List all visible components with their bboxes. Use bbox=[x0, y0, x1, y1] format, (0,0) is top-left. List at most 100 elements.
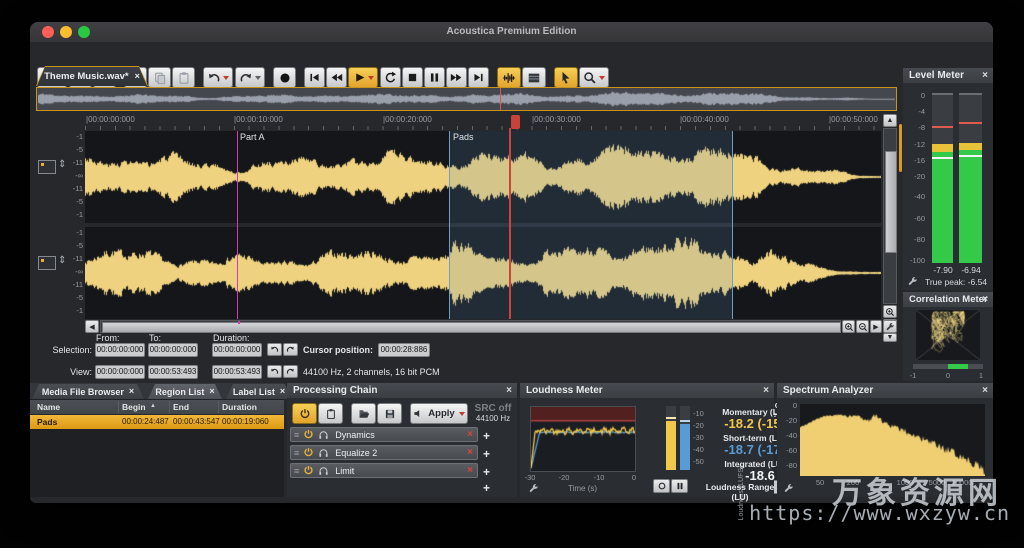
spectrum-settings-wrench-icon[interactable] bbox=[783, 483, 794, 494]
edit-tool-button[interactable] bbox=[554, 67, 578, 88]
view-undo-button[interactable] bbox=[267, 365, 282, 378]
column-header-end[interactable]: End bbox=[173, 402, 189, 412]
panel-dock-grip[interactable] bbox=[899, 124, 902, 172]
correlation-tick: 1 bbox=[975, 371, 987, 380]
src-status: SRC off bbox=[473, 403, 513, 414]
timeline-ruler[interactable]: |00:00:00:000 |00:00:10:000 |00:00:20:00… bbox=[36, 113, 897, 130]
column-header-begin[interactable]: Begin bbox=[122, 402, 146, 412]
column-header-name[interactable]: Name bbox=[37, 402, 60, 412]
go-to-start-button[interactable] bbox=[304, 67, 325, 88]
editor-settings-button[interactable] bbox=[883, 320, 897, 333]
loop-button[interactable] bbox=[380, 67, 401, 88]
loudness-x-tick: 0 bbox=[628, 473, 640, 482]
tab-media-file-browser[interactable]: Media File Browser× bbox=[32, 384, 144, 399]
column-header-duration[interactable]: Duration bbox=[222, 402, 257, 412]
waveform-view-button[interactable] bbox=[497, 67, 521, 88]
hscroll-right-button[interactable]: ▶ bbox=[870, 320, 882, 333]
level-settings-wrench-icon[interactable] bbox=[907, 276, 918, 287]
loudness-reset-button[interactable] bbox=[653, 479, 670, 493]
spectral-view-button[interactable] bbox=[522, 67, 546, 88]
fast-forward-button[interactable] bbox=[446, 67, 467, 88]
undo-button[interactable] bbox=[203, 67, 233, 88]
cursor-arrow-icon bbox=[559, 71, 573, 85]
selection-duration-field[interactable]: 00:00:00:000 bbox=[212, 343, 262, 357]
panel-close-icon[interactable]: × bbox=[763, 383, 769, 398]
window-minimize-button[interactable] bbox=[60, 26, 72, 38]
stop-button[interactable] bbox=[402, 67, 423, 88]
remove-effect-icon[interactable]: × bbox=[467, 447, 473, 458]
go-to-end-button[interactable] bbox=[468, 67, 489, 88]
document-tab-close-icon[interactable]: × bbox=[135, 72, 140, 81]
loudness-scale-tick: -20 bbox=[693, 421, 704, 430]
view-from-field[interactable]: 00:00:00:000 bbox=[95, 365, 145, 379]
vertical-scrollbar[interactable] bbox=[883, 128, 897, 304]
chain-open-button[interactable] bbox=[351, 403, 376, 424]
chain-enable-button[interactable] bbox=[292, 403, 317, 424]
drag-handle-icon[interactable]: ≡ bbox=[294, 448, 299, 458]
zoom-tool-button[interactable] bbox=[579, 67, 609, 88]
loudness-pause-button[interactable] bbox=[671, 479, 688, 493]
hscroll-thumb[interactable] bbox=[102, 322, 841, 333]
horizontal-scrollbar[interactable] bbox=[100, 320, 841, 333]
view-redo-button[interactable] bbox=[283, 365, 298, 378]
zoom-out-icon bbox=[858, 322, 868, 332]
effect-row-limit[interactable]: ≡ Limit × bbox=[290, 463, 478, 478]
view-duration-field[interactable]: 00:00:53:493 bbox=[212, 365, 262, 379]
overview-waveform[interactable] bbox=[38, 89, 895, 109]
redo-icon bbox=[286, 367, 295, 376]
selection-redo-button[interactable] bbox=[283, 343, 298, 356]
copy-button[interactable] bbox=[148, 67, 171, 88]
cursor-handle[interactable] bbox=[511, 115, 520, 129]
apply-button[interactable]: Apply bbox=[410, 403, 468, 424]
panel-close-icon[interactable]: × bbox=[982, 292, 988, 307]
window-zoom-button[interactable] bbox=[78, 26, 90, 38]
remove-effect-icon[interactable]: × bbox=[467, 465, 473, 476]
zoom-in-vertical-button[interactable] bbox=[883, 305, 897, 318]
document-tab[interactable]: Theme Music.wav* × bbox=[36, 66, 148, 86]
view-to-field[interactable]: 00:00:53:493 bbox=[148, 365, 198, 379]
tab-region-list[interactable]: Region List× bbox=[148, 384, 222, 399]
pause-button[interactable] bbox=[424, 67, 445, 88]
selection-undo-button[interactable] bbox=[267, 343, 282, 356]
channel1-select-box[interactable] bbox=[38, 160, 56, 174]
region-pads-overlay[interactable]: Pads bbox=[449, 131, 733, 319]
vscroll-up-button[interactable]: ▲ bbox=[883, 114, 897, 127]
panel-close-icon[interactable]: × bbox=[506, 383, 512, 398]
drag-handle-icon[interactable]: ≡ bbox=[294, 430, 299, 440]
chain-save-button[interactable] bbox=[377, 403, 402, 424]
marker-part-a-line[interactable] bbox=[237, 131, 238, 319]
selection-from-field[interactable]: 00:00:00:000 bbox=[95, 343, 145, 357]
redo-button[interactable] bbox=[235, 67, 265, 88]
redo-dropdown-caret bbox=[255, 76, 261, 80]
panel-close-icon[interactable]: × bbox=[982, 383, 988, 398]
channel2-select-box[interactable] bbox=[38, 256, 56, 270]
drag-handle-icon[interactable]: ≡ bbox=[294, 466, 299, 476]
effect-row-dynamics[interactable]: ≡ Dynamics × bbox=[290, 427, 478, 442]
loudness-settings-wrench-icon[interactable] bbox=[528, 483, 539, 494]
selection-to-field[interactable]: 00:00:00:000 bbox=[148, 343, 198, 357]
panel-close-icon[interactable]: × bbox=[982, 68, 988, 83]
region-duration-cell: 00:00:19:060 bbox=[222, 417, 269, 426]
remove-effect-icon[interactable]: × bbox=[467, 429, 473, 440]
tab-close-icon[interactable]: × bbox=[129, 387, 134, 396]
window-close-button[interactable] bbox=[42, 26, 54, 38]
zoom-out-horizontal-button[interactable] bbox=[856, 320, 869, 333]
region-table-header[interactable]: Name Begin ▲ End Duration bbox=[30, 400, 284, 415]
effect-row-equalize[interactable]: ≡ Equalize 2 × bbox=[290, 445, 478, 460]
level-tick: -8 bbox=[905, 123, 925, 132]
vscroll-down-button[interactable]: ▼ bbox=[883, 333, 897, 342]
table-row[interactable]: Pads 00:00:24:487 00:00:43:547 00:00:19:… bbox=[30, 415, 284, 429]
play-button[interactable] bbox=[348, 67, 378, 88]
hscroll-left-button[interactable]: ◀ bbox=[85, 320, 99, 333]
chain-clipboard-button[interactable] bbox=[318, 403, 343, 424]
overview-strip[interactable] bbox=[36, 87, 897, 111]
record-button[interactable] bbox=[273, 67, 296, 88]
zoom-in-horizontal-button[interactable] bbox=[842, 320, 855, 333]
tab-label-list[interactable]: Label List× bbox=[226, 384, 292, 399]
cursor-position-field[interactable]: 00:00:28:886 bbox=[378, 343, 430, 357]
vscroll-thumb[interactable] bbox=[885, 151, 897, 253]
rewind-button[interactable] bbox=[326, 67, 347, 88]
tab-close-icon[interactable]: × bbox=[280, 387, 285, 396]
tab-close-icon[interactable]: × bbox=[209, 387, 214, 396]
paste-button[interactable] bbox=[172, 67, 195, 88]
